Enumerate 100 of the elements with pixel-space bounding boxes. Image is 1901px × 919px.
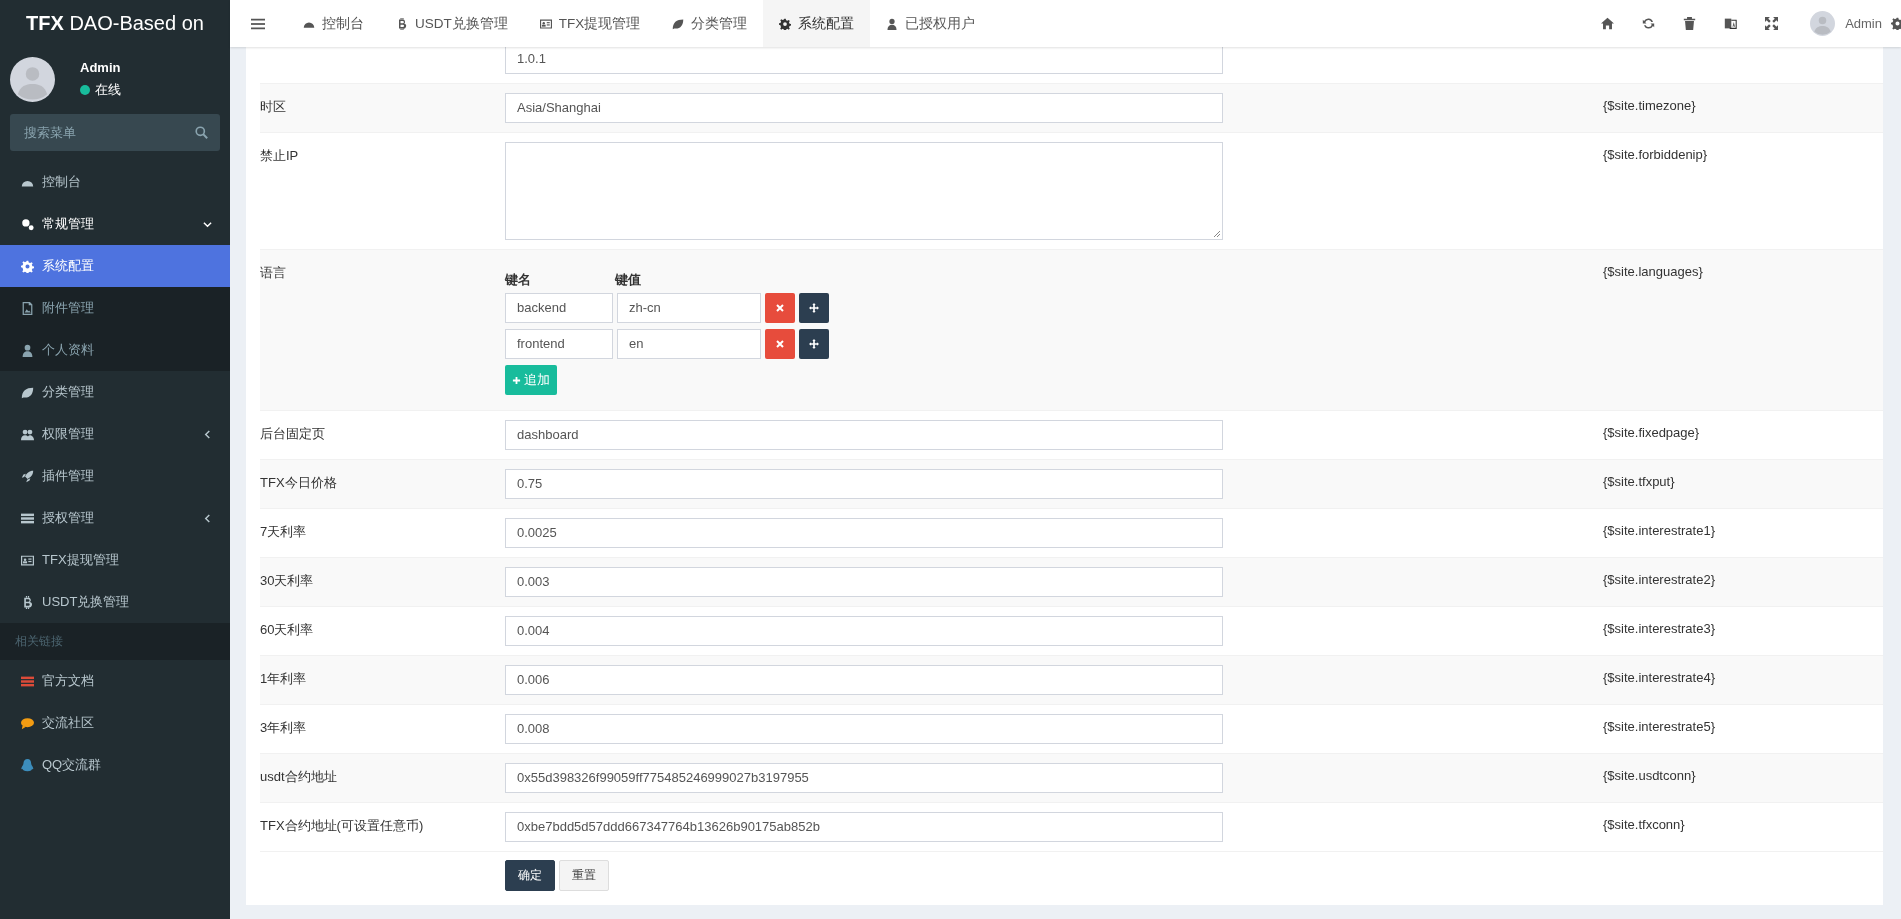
field-label: 禁止IP [260,148,299,163]
value-input-field[interactable]: zh-cn [617,293,761,323]
sidebar-item[interactable]: 分类管理 [0,371,230,413]
column-header: 键值 [615,271,641,289]
sidebar-item[interactable]: USDT兑换管理 [0,581,230,623]
sidebar-item[interactable]: 插件管理 [0,455,230,497]
variable-tip: {$site.usdtconn} [1603,768,1696,783]
variable-tip: {$site.interestrate2} [1603,572,1716,587]
search-icon[interactable] [195,126,208,139]
variable-tip: {$site.tfxput} [1603,474,1675,489]
input-field[interactable]: 0.0025 [505,518,1223,548]
online-status: 在线 [80,81,121,99]
sidebar-link[interactable]: QQ交流群 [0,744,230,786]
nav-tab[interactable]: 系统配置 [763,0,871,47]
menu-search-field[interactable]: 搜索菜单 [10,114,220,151]
variable-tip: {$site.languages} [1603,264,1703,279]
sidebar-item[interactable]: TFX提现管理 [0,539,230,581]
variable-tip: {$site.interestrate4} [1603,670,1716,685]
input-field[interactable]: 0.008 [505,714,1223,744]
field-label: 语言 [260,265,286,280]
sidebar-item[interactable]: 个人资料 [0,329,230,371]
rocket-icon [21,469,34,483]
column-header: 键名 [505,271,532,289]
value-input-field[interactable]: en [617,329,761,359]
sidebar-item[interactable]: 授权管理 [0,497,230,539]
variable-tip: {$site.interestrate5} [1603,719,1716,734]
input-field[interactable]: 0xbe7bdd5d57ddd667347764b13626b90175ab852b [505,812,1223,842]
field-label: usdt合约地址 [260,769,337,784]
gear-icon[interactable] [1891,17,1901,30]
resize-grip-icon[interactable] [1213,230,1221,238]
user-icon [21,343,34,357]
key-input-field[interactable]: backend [505,293,613,323]
avatar-icon [10,57,55,102]
input-field[interactable]: 0x55d398326f99059ff775485246999027b3197955 [505,763,1223,793]
input-field[interactable]: 0.006 [505,665,1223,695]
input-field[interactable]: dashboard [505,420,1223,450]
drag-handle[interactable] [799,293,829,323]
sidebar-item[interactable]: 系统配置 [0,245,230,287]
nav-tab[interactable]: TFX提现管理 [523,0,657,47]
sidebar-item[interactable]: 权限管理 [0,413,230,455]
close-icon [775,303,785,313]
input-field[interactable]: Asia/Shanghai [505,93,1223,123]
users-icon [21,427,34,441]
textarea-field[interactable] [505,142,1223,240]
field-label: 时区 [260,99,286,114]
close-icon [775,339,785,349]
fullscreen-icon[interactable] [1765,17,1779,30]
nav-tab[interactable]: 分类管理 [656,0,764,47]
refresh-icon[interactable] [1642,17,1656,30]
nav-tab[interactable]: USDT兑换管理 [380,0,524,47]
avatar-icon [1810,11,1836,36]
leaf-icon [672,17,685,30]
input-field[interactable]: 0.004 [505,616,1223,646]
leaf-icon [21,385,34,399]
reset-button[interactable]: 重置 [559,860,609,891]
user-menu[interactable]: Admin [1810,11,1882,36]
drag-handle[interactable] [799,329,829,359]
field-label: TFX今日价格 [260,475,337,490]
variable-tip: {$site.fixedpage} [1603,425,1700,440]
gear-icon [779,17,792,30]
list-icon [21,511,34,525]
field-label: 1年利率 [260,671,307,686]
nav-tab[interactable]: 已授权用户 [870,0,992,47]
sidebar-link[interactable]: 官方文档 [0,660,230,702]
input-field[interactable]: 0.003 [505,567,1223,597]
field-label: 30天利率 [260,573,314,588]
input-field[interactable]: 0.75 [505,469,1223,499]
id-card-icon [21,553,34,567]
field-label: 7天利率 [260,524,307,539]
move-arrows-icon [809,303,819,313]
user-icon [886,17,899,30]
field-label: 后台固定页 [260,426,325,441]
sidebar-link[interactable]: 交流社区 [0,702,230,744]
menu-icon[interactable] [251,16,265,31]
variable-tip: {$site.tfxconn} [1603,817,1685,832]
user-name: Admin [80,60,121,75]
variable-tip: {$site.interestrate1} [1603,523,1716,538]
variable-tip: {$site.interestrate3} [1603,621,1716,636]
brand-logo[interactable]: TFX DAO-Based on [0,0,230,49]
submit-button[interactable]: 确定 [505,860,555,891]
variable-tip: {$site.forbiddenip} [1603,147,1708,162]
input-field[interactable]: 1.0.1 [505,47,1223,74]
variable-tip: {$site.timezone} [1603,98,1696,113]
key-input-field[interactable]: frontend [505,329,613,359]
sidebar-section-header: 相关链接 [0,623,230,660]
field-label: TFX合约地址(可设置任意币) [260,818,424,833]
image-file-icon [21,301,34,315]
sidebar-item[interactable]: 常规管理 [0,203,230,245]
field-label: 3年利率 [260,720,307,735]
nav-tab[interactable]: 控制台 [287,0,380,47]
gear-icon [21,259,34,273]
bitcoin-icon [396,17,408,30]
menu-search-field[interactable]: 搜索菜单 [22,124,195,141]
sidebar-item[interactable]: 附件管理 [0,287,230,329]
sidebar-item[interactable]: 控制台 [0,161,230,203]
field-label: 60天利率 [260,622,314,637]
id-card-icon [539,17,552,30]
home-icon[interactable] [1601,17,1615,30]
plus-icon [512,375,521,385]
trash-icon[interactable] [1683,17,1697,30]
